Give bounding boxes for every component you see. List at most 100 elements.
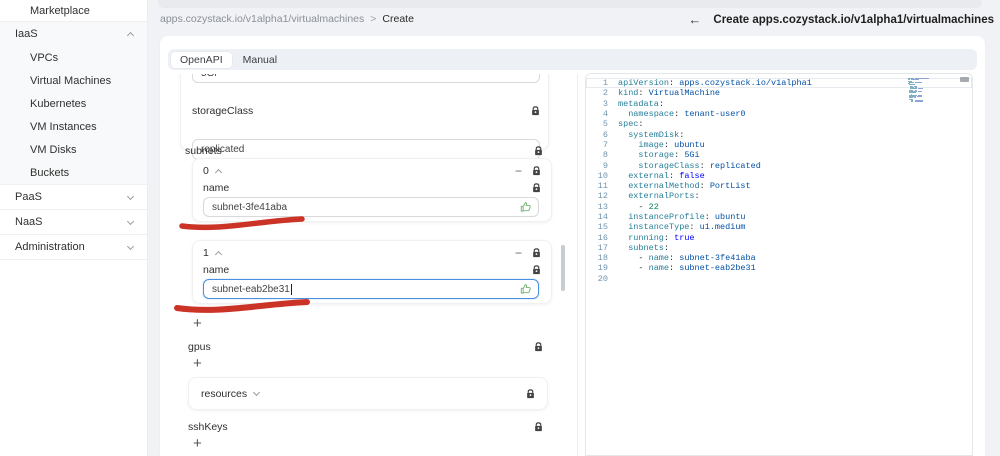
line-number: 10 (597, 170, 608, 181)
section-label: PaaS (15, 191, 42, 203)
sidebar-item-label: VM Instances (30, 120, 97, 133)
lock-icon[interactable] (531, 106, 540, 116)
subnets-label-row: subnets (185, 145, 543, 157)
line-number: 8 (602, 150, 608, 161)
subnet-1-name-input[interactable]: subnet-eab2be31 (203, 279, 539, 299)
sidebar-section-header-naas[interactable]: NaaS (0, 210, 147, 234)
line-number: 11 (597, 181, 608, 192)
lock-icon[interactable] (534, 342, 543, 352)
code-line[interactable]: 5 spec: (586, 119, 972, 129)
input-value: subnet-eab2be31 (212, 283, 290, 295)
line-number: 15 (597, 222, 608, 233)
input-value: subnet-3fe41aba (212, 201, 288, 213)
code-line[interactable]: 11 externalMethod: PortList (586, 181, 972, 191)
code-line[interactable]: 19 - name: subnet-eab2be31 (586, 263, 972, 273)
add-subnet-button[interactable]: + (193, 316, 202, 331)
sidebar-item-label: Marketplace (30, 4, 90, 17)
lock-icon[interactable] (526, 388, 535, 399)
line-number: 4 (602, 109, 608, 120)
add-gpu-button[interactable]: + (193, 356, 202, 371)
remove-item-button[interactable]: − (515, 165, 522, 177)
line-number: 6 (602, 129, 608, 140)
code-line[interactable]: 18 - name: subnet-3fe41aba (586, 253, 972, 263)
code-line[interactable]: 15 instanceType: u1.medium (586, 222, 972, 232)
editor-minimap[interactable] (908, 78, 948, 104)
code-line[interactable]: 17 subnets: (586, 243, 972, 253)
lock-icon[interactable] (534, 146, 543, 156)
line-number: 2 (602, 88, 608, 99)
breadcrumb-parent-link[interactable]: apps.cozystack.io/v1alpha1/virtualmachin… (160, 13, 364, 25)
sidebar-item-vm-instances[interactable]: VM Instances (0, 115, 147, 138)
tab-manual[interactable]: Manual (234, 52, 286, 68)
remove-item-button[interactable]: − (515, 247, 522, 259)
sidebar-item-virtual-machines[interactable]: Virtual Machines (0, 69, 147, 92)
line-number: 13 (597, 201, 608, 212)
subnet-item-0-header: 0 − (203, 165, 541, 177)
line-number: 7 (602, 139, 608, 150)
subnet-item-0-collapse[interactable]: 0 (203, 165, 222, 177)
code-line[interactable]: 9 storageClass: replicated (586, 160, 972, 171)
chevron-down-icon (126, 217, 135, 225)
back-arrow-icon[interactable]: ← (688, 12, 701, 27)
sidebar-section-header-administration[interactable]: Administration (0, 235, 147, 259)
lock-icon[interactable] (532, 248, 541, 258)
code-line[interactable]: 4 namespace: tenant-user0 (586, 109, 972, 119)
sidebar-section-iaas: IaaS VPCs Virtual Machines Kubernetes VM… (0, 22, 147, 184)
scrolled-toolbar-edge (158, 0, 982, 8)
lock-icon[interactable] (532, 166, 541, 176)
subnet-item-0-card: 0 − name subnet-3fe41aba (192, 158, 552, 222)
subnet-item-1-collapse[interactable]: 1 (203, 247, 222, 259)
sidebar-item-marketplace[interactable]: Marketplace (0, 0, 147, 21)
sshkeys-label-row: sshKeys (188, 421, 543, 433)
sidebar-item-vpcs[interactable]: VPCs (0, 46, 147, 69)
chevron-up-icon (214, 168, 222, 177)
code-line[interactable]: 7 image: ubuntu (586, 140, 972, 150)
code-line[interactable]: 10 external: false (586, 171, 972, 181)
field-label: gpus (188, 341, 211, 353)
subnet-0-name-input[interactable]: subnet-3fe41aba (203, 197, 539, 217)
yaml-editor[interactable]: 1 apiVersion: apps.cozystack.io/v1alpha1 2… (585, 73, 973, 456)
code-line[interactable]: 13 - 22 (586, 202, 972, 212)
sidebar-section-header-paas[interactable]: PaaS (0, 185, 147, 209)
subnet-item-1-card: 1 − name subnet-eab2be31 (192, 240, 552, 304)
subnet-item-0-name-row: name (203, 182, 541, 194)
code-line[interactable]: 8 storage: 5Gi (586, 150, 972, 160)
page-title: Create apps.cozystack.io/v1alpha1/virtua… (713, 13, 994, 26)
code-line[interactable]: 16 running: true (586, 232, 972, 243)
lock-icon[interactable] (532, 265, 541, 275)
add-sshkey-button[interactable]: + (193, 436, 202, 451)
form-scrollbar-thumb[interactable] (561, 245, 565, 291)
code-line[interactable]: 12 externalPorts: (586, 191, 972, 201)
sidebar-item-kubernetes[interactable]: Kubernetes (0, 92, 147, 115)
code-line[interactable]: 20 (586, 274, 972, 284)
field-label: resources (201, 387, 248, 400)
line-number: 19 (597, 263, 608, 274)
code-line[interactable]: 14 instanceProfile: ubuntu (586, 212, 972, 222)
lock-icon[interactable] (534, 422, 543, 432)
field-label: name (203, 182, 230, 194)
sidebar-item-label: VPCs (30, 51, 59, 64)
resources-panel[interactable]: resources (188, 377, 548, 410)
sidebar-item-buckets[interactable]: Buckets (0, 161, 147, 184)
breadcrumb: apps.cozystack.io/v1alpha1/virtualmachin… (160, 13, 414, 25)
sidebar: Marketplace IaaS VPCs Virtual Machines K… (0, 0, 148, 456)
storage-size-input[interactable]: 5Gi (192, 74, 540, 83)
tab-openapi[interactable]: OpenAPI (171, 51, 232, 68)
field-label: name (203, 264, 230, 276)
gpus-label-row: gpus (188, 341, 543, 353)
line-number: 3 (602, 98, 608, 109)
subnet-item-1-name-row: name (203, 264, 541, 276)
page-header: ← Create apps.cozystack.io/v1alpha1/virt… (688, 12, 994, 27)
thumbs-up-icon (520, 201, 532, 216)
lock-icon[interactable] (532, 183, 541, 193)
editor-scrollbar-thumb[interactable] (960, 77, 969, 82)
line-number: 20 (597, 273, 608, 284)
line-number: 18 (597, 253, 608, 264)
create-form-card: OpenAPI Manual 5Gi storageClass replicat… (160, 36, 985, 456)
sidebar-item-vm-disks[interactable]: VM Disks (0, 138, 147, 161)
sidebar-item-label: Buckets (30, 166, 70, 179)
chevron-down-icon (126, 192, 135, 200)
section-label: IaaS (15, 28, 38, 40)
sidebar-section-header-iaas[interactable]: IaaS (0, 22, 147, 46)
code-line[interactable]: 6 systemDisk: (586, 129, 972, 140)
